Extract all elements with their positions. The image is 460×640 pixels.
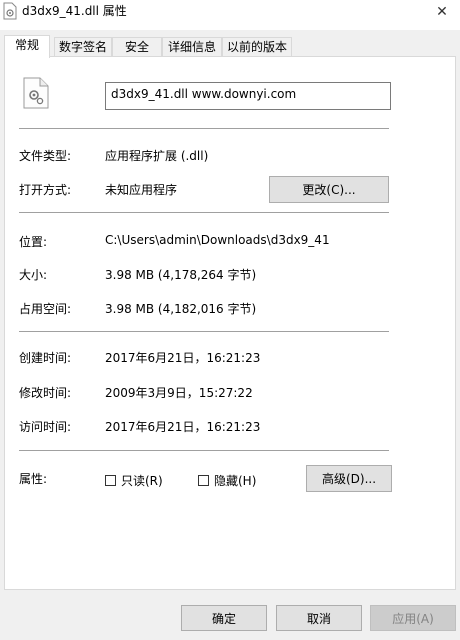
change-button[interactable]: 更改(C)... [269,176,389,203]
attributes-label: 属性: [19,472,48,486]
location-value: C:\Users\admin\Downloads\d3dx9_41 [105,233,330,247]
size-value: 3.98 MB (4,178,264 字节) [105,268,257,282]
size-on-disk-label: 占用空间: [19,302,72,316]
title-bar: d3dx9_41.dll 属性 ✕ [0,0,460,30]
ok-button[interactable]: 确定 [181,605,267,631]
file-type-value: 应用程序扩展 (.dll) [105,149,209,163]
opens-with-label: 打开方式: [19,183,72,197]
tab-security[interactable]: 安全 [112,37,162,57]
tab-general[interactable]: 常规 [4,35,50,58]
opens-with-value: 未知应用程序 [105,183,178,197]
readonly-checkbox[interactable]: 只读(R) [105,472,163,489]
separator [19,212,389,213]
tab-details[interactable]: 详细信息 [162,37,222,57]
accessed-label: 访问时间: [19,420,72,434]
separator [19,331,389,332]
separator [19,450,389,451]
modified-value: 2009年3月9日，15:27:22 [105,386,253,400]
dll-file-icon [3,2,17,20]
separator [19,128,389,129]
close-icon: ✕ [436,4,448,20]
modified-label: 修改时间: [19,386,72,400]
tab-previous-versions[interactable]: 以前的版本 [222,37,292,57]
hidden-checkbox[interactable]: 隐藏(H) [198,472,256,489]
size-label: 大小: [19,268,48,282]
readonly-label: 只读(R) [121,474,163,488]
readonly-checkbox-box[interactable] [105,475,116,486]
file-type-label: 文件类型: [19,149,72,163]
created-label: 创建时间: [19,351,72,365]
tab-strip: 常规 数字签名 安全 详细信息 以前的版本 [4,35,456,58]
cancel-button[interactable]: 取消 [276,605,362,631]
size-on-disk-value: 3.98 MB (4,182,016 字节) [105,302,257,316]
advanced-button[interactable]: 高级(D)... [306,465,392,492]
file-name-input[interactable]: d3dx9_41.dll www.downyi.com [105,82,391,110]
hidden-checkbox-box[interactable] [198,475,209,486]
created-value: 2017年6月21日，16:21:23 [105,351,261,365]
hidden-label: 隐藏(H) [214,474,257,488]
tab-digital-signatures[interactable]: 数字签名 [54,37,112,57]
properties-window: d3dx9_41.dll 属性 ✕ 常规 数字签名 安全 详细信息 以前的版本 [0,0,460,640]
dll-settings-file-icon [23,77,49,109]
apply-button[interactable]: 应用(A) [370,605,456,631]
accessed-value: 2017年6月21日，16:21:23 [105,420,261,434]
window-title: d3dx9_41.dll 属性 [22,4,127,18]
close-button[interactable]: ✕ [424,0,460,24]
general-panel: d3dx9_41.dll www.downyi.com 文件类型: 应用程序扩展… [4,56,456,590]
location-label: 位置: [19,235,48,249]
